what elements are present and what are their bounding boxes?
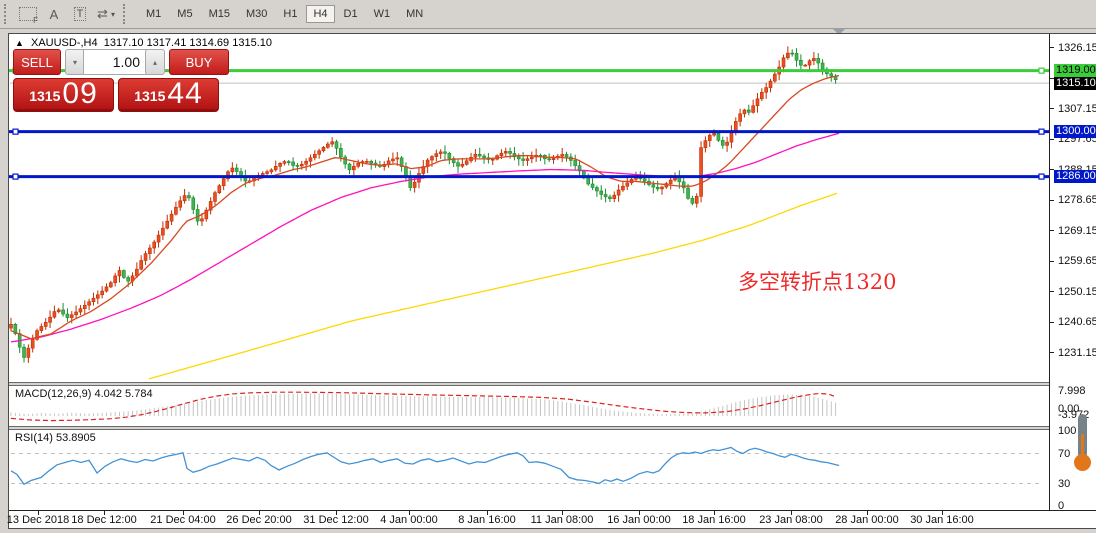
- thermometer-icon: [1070, 414, 1094, 476]
- price-tick-label: 1240.65: [1058, 316, 1096, 329]
- time-axis-label: 8 Jan 16:00: [458, 514, 516, 526]
- hline-price-label: 1319.00: [1054, 64, 1096, 78]
- timeframe-button-h4[interactable]: H4: [306, 5, 335, 23]
- time-axis-label: 4 Jan 00:00: [380, 514, 438, 526]
- close-value: 1315.10: [232, 37, 272, 49]
- swap-arrows-icon[interactable]: ⇄ ▾: [95, 4, 117, 24]
- time-axis-label: 28 Jan 00:00: [835, 514, 899, 526]
- buy-price-tile[interactable]: 1315 44: [118, 78, 219, 112]
- time-axis-label: 13 Dec 2018: [6, 514, 70, 526]
- price-tick: [1050, 322, 1054, 323]
- high-value: 1317.41: [146, 37, 187, 49]
- dropdown-caret-icon[interactable]: ▾: [111, 10, 115, 19]
- timeframe-row: M1 M5 M15 M30 H1 H4 D1 W1 MN: [138, 5, 431, 23]
- price-tick: [1050, 261, 1054, 262]
- price-tick: [1050, 108, 1054, 109]
- timeframe-button-w1[interactable]: W1: [367, 5, 398, 23]
- chart-window: 1326.151316.651307.151297.651288.151278.…: [6, 33, 1096, 529]
- rsi-axis-label: 70: [1058, 447, 1071, 460]
- hline-price-label: 1300.00: [1054, 125, 1096, 139]
- price-tick: [1050, 47, 1054, 48]
- time-axis-label: 18 Dec 12:00: [71, 514, 137, 526]
- time-axis: 13 Dec 2018 18 Dec 12:00 21 Dec 04:00 26 De…: [6, 510, 1096, 528]
- price-tick: [1050, 139, 1054, 140]
- time-axis-label: 18 Jan 16:00: [682, 514, 746, 526]
- symbol-arrow-icon: ▲: [15, 38, 24, 48]
- buy-price-base: 1315: [134, 88, 166, 104]
- toolbar-grip[interactable]: [123, 4, 130, 24]
- toolbar-grip[interactable]: [4, 4, 11, 24]
- time-axis-label: 23 Jan 08:00: [759, 514, 823, 526]
- price-tick-label: 1269.15: [1058, 224, 1096, 237]
- sell-price-tile[interactable]: 1315 09: [13, 78, 114, 112]
- timeframe-button-m5[interactable]: M5: [170, 5, 199, 23]
- timeframe-button-m30[interactable]: M30: [239, 5, 274, 23]
- timeframe-button-m15[interactable]: M15: [202, 5, 237, 23]
- buy-button[interactable]: BUY: [169, 49, 229, 75]
- price-tick-label: 1259.65: [1058, 255, 1096, 268]
- price-tick: [1050, 230, 1054, 231]
- low-value: 1314.69: [189, 37, 230, 49]
- price-tick: [1050, 291, 1054, 292]
- volume-input[interactable]: 1.00: [83, 49, 147, 75]
- toolbar: F A T ⇄ ▾ M1 M5 M15 M30 H1 H4 D1 W1 MN: [0, 0, 1096, 29]
- volume-decrease-button[interactable]: ▾: [65, 49, 85, 75]
- price-tick-label: 1250.15: [1058, 285, 1096, 298]
- price-tick-label: 1278.65: [1058, 194, 1096, 207]
- time-axis-label: 11 Jan 08:00: [530, 514, 594, 526]
- rsi-label: RSI(14) 53.8905: [15, 432, 96, 444]
- hline-price-label: 1286.00: [1054, 170, 1096, 184]
- chart-title-ohlc: ▲ XAUUSD-,H4 1317.10 1317.41 1314.69 131…: [15, 37, 272, 49]
- buy-price-pips: 44: [167, 77, 203, 110]
- sell-price-base: 1315: [29, 88, 61, 104]
- macd-label: MACD(12,26,9) 4.042 5.784: [15, 388, 153, 400]
- sell-price-pips: 09: [62, 77, 98, 110]
- chart-annotation-text: 多空转折点1320: [738, 270, 897, 294]
- price-tick: [1050, 352, 1054, 353]
- time-axis-label: 30 Jan 16:00: [910, 514, 974, 526]
- rsi-axis-label: 30: [1058, 477, 1071, 490]
- timeframe-button-d1[interactable]: D1: [337, 5, 365, 23]
- macd-panel-canvas[interactable]: [9, 386, 1049, 426]
- rsi-panel-canvas[interactable]: [9, 430, 1049, 510]
- timeframe-button-h1[interactable]: H1: [276, 5, 304, 23]
- volume-increase-button[interactable]: ▴: [145, 49, 165, 75]
- price-tick-label: 1326.15: [1058, 41, 1096, 54]
- font-a-icon[interactable]: A: [43, 4, 65, 24]
- time-axis-label: 26 Dec 20:00: [226, 514, 292, 526]
- sell-button[interactable]: SELL: [13, 49, 61, 75]
- trading-terminal-screen: F A T ⇄ ▾ M1 M5 M15 M30 H1 H4 D1 W1 MN 1326.15 13…: [0, 0, 1096, 533]
- open-value: 1317.10: [103, 37, 144, 49]
- timeframe-button-mn[interactable]: MN: [399, 5, 430, 23]
- macd-axis-label: 7.998: [1058, 385, 1086, 397]
- timeframe-button-m1[interactable]: M1: [139, 5, 168, 23]
- symbol-timeframe-label: XAUUSD-,H4: [30, 37, 98, 49]
- time-axis-label: 21 Dec 04:00: [150, 514, 216, 526]
- time-axis-label: 16 Jan 00:00: [607, 514, 671, 526]
- price-tick-label: 1231.15: [1058, 346, 1096, 359]
- text-tool-icon[interactable]: T: [69, 4, 91, 24]
- current-price-label: 1315.10: [1054, 76, 1096, 90]
- time-axis-label: 31 Dec 12:00: [303, 514, 369, 526]
- price-tick: [1050, 200, 1054, 201]
- price-tick-label: 1307.15: [1058, 102, 1096, 115]
- chart-grid-f-icon[interactable]: F: [17, 4, 39, 25]
